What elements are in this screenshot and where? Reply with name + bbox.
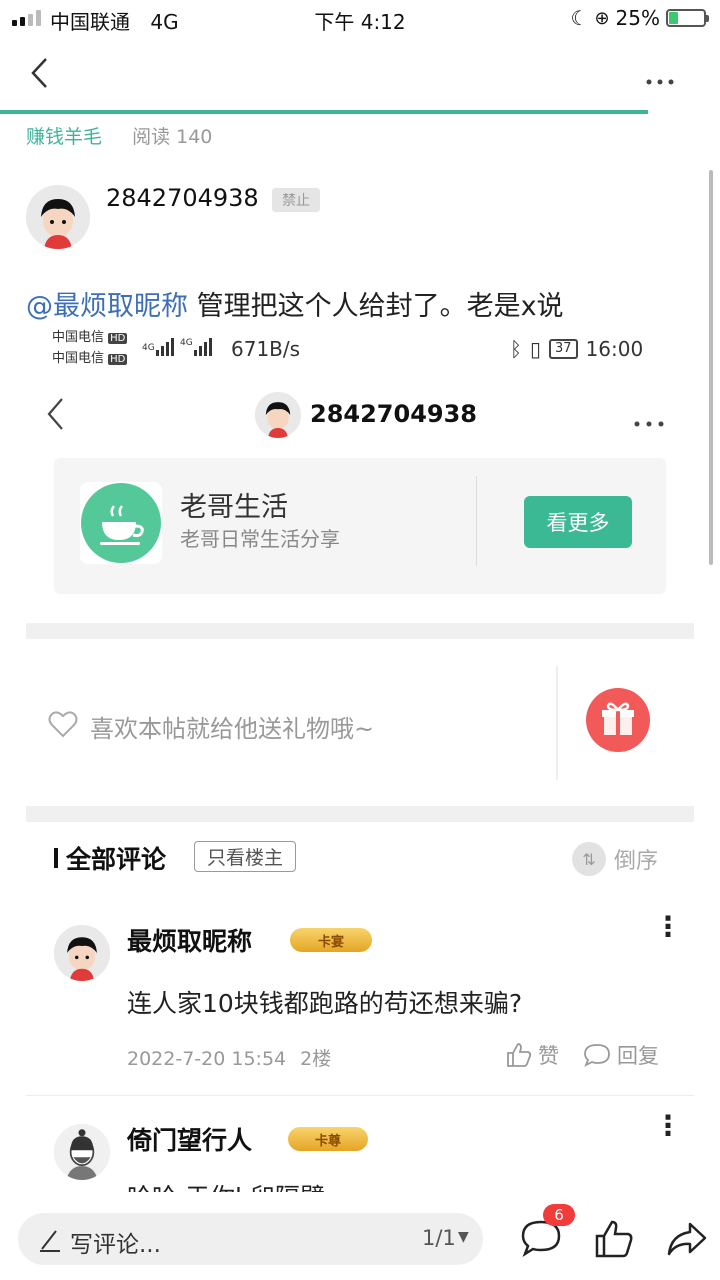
battery-percent: 25% <box>615 6 660 30</box>
thumb-up-bottom-icon[interactable] <box>594 1219 634 1263</box>
commenter-avatar[interactable] <box>54 925 110 981</box>
thumb-up-icon <box>507 1043 532 1067</box>
embedded-carrier-2: 中国电信 <box>52 351 105 366</box>
level-badge: 卡宴 <box>290 928 372 952</box>
teacup-icon <box>80 482 162 564</box>
pencil-icon <box>40 1230 60 1252</box>
gift-button <box>586 688 650 752</box>
embedded-speed: 671B/s <box>231 337 301 361</box>
comments-accent-bar <box>54 848 58 868</box>
page-indicator[interactable]: 1/1 <box>422 1226 456 1250</box>
embedded-carrier-1: 中国电信 <box>52 330 105 345</box>
moon-icon: ☾ <box>570 6 589 30</box>
banned-badge: 禁止 <box>272 188 320 212</box>
card-divider <box>476 476 477 566</box>
card-title: 老哥生活 <box>180 492 288 523</box>
scrollbar[interactable] <box>709 170 713 565</box>
embedded-avatar <box>255 392 301 438</box>
more-dots-icon[interactable] <box>646 70 676 85</box>
author-avatar[interactable] <box>26 185 90 249</box>
commenter-name[interactable]: 倚门望行人 <box>127 1121 252 1157</box>
battery-icon <box>666 9 709 27</box>
category-tag[interactable]: 赚钱羊毛 <box>26 126 102 148</box>
gift-prompt: 喜欢本帖就给他送礼物哦~ <box>90 715 375 743</box>
embedded-battery-icon: 37 <box>549 339 578 359</box>
card-subtitle: 老哥日常生活分享 <box>180 527 340 551</box>
section-divider <box>26 623 694 639</box>
like-button[interactable]: 赞 <box>506 1040 559 1070</box>
embedded-time: 16:00 <box>585 337 644 361</box>
sort-icon: ⇅ <box>572 842 606 876</box>
comment-more-icon[interactable]: ⋮ <box>654 913 682 941</box>
embedded-signal-icon: 4G 4G <box>142 336 218 362</box>
bluetooth-icon: ᛒ <box>510 337 522 361</box>
embedded-status-bar: 中国电信 HD 中国电信 HD 4G 4G 671B/s ᛒ ▯ 37 16:00 <box>26 328 676 368</box>
commenter-name[interactable]: 最烦取昵称 <box>127 922 252 958</box>
status-bar: 中国联通 4G 下午 4:12 ☾ ⊕ 25% <box>0 0 720 38</box>
comment-meta: 2022-7-20 15:54 2楼 <box>127 1044 331 1071</box>
section-divider <box>26 806 694 822</box>
vibrate-icon: ▯ <box>530 337 542 361</box>
only-op-button[interactable]: 只看楼主 <box>194 841 297 872</box>
gift-divider <box>556 666 558 780</box>
like-label: 赞 <box>538 1044 559 1068</box>
post-content: @最烦取昵称 管理把这个人给封了。老是x说 <box>26 284 564 323</box>
see-more-button: 看更多 <box>524 496 632 548</box>
embedded-more-icon <box>634 412 666 431</box>
comment-text: 连人家10块钱都跑路的苟还想来骗? <box>127 989 523 1018</box>
sort-button[interactable]: ⇅ 倒序 <box>572 842 658 876</box>
share-icon[interactable] <box>666 1221 708 1261</box>
reply-label: 回复 <box>617 1044 659 1068</box>
embedded-username: 2842704938 <box>310 400 477 428</box>
sort-label: 倒序 <box>614 849 659 874</box>
comments-title: 全部评论 <box>66 845 167 874</box>
svg-text:4G: 4G <box>180 338 193 348</box>
reply-bubble-icon <box>584 1044 610 1067</box>
mention-link[interactable]: @最烦取昵称 <box>26 291 188 322</box>
comment-more-icon[interactable]: ⋮ <box>654 1112 682 1140</box>
level-badge: 卡尊 <box>288 1127 368 1151</box>
embedded-back-icon <box>44 396 68 432</box>
commenter-avatar[interactable] <box>54 1124 110 1180</box>
read-progress-bar <box>0 110 648 114</box>
heart-icon <box>48 710 78 742</box>
comment-divider <box>26 1095 694 1096</box>
author-name[interactable]: 2842704938 <box>106 184 259 212</box>
hd-badge: HD <box>108 354 128 365</box>
comment-floor: 2楼 <box>300 1048 332 1070</box>
hd-badge: HD <box>108 333 128 344</box>
notification-badge: 6 <box>543 1204 575 1226</box>
post-meta: 赚钱羊毛 阅读 140 <box>26 122 212 149</box>
comment-placeholder: 写评论... <box>70 1232 161 1258</box>
post-text: 管理把这个人给封了。老是x说 <box>188 291 564 322</box>
view-count: 阅读 140 <box>132 126 213 148</box>
comment-text: 哈哈 于你l 卯隔壁 <box>127 1178 687 1192</box>
back-chevron-icon[interactable] <box>26 56 56 90</box>
reply-button[interactable]: 回复 <box>583 1040 659 1070</box>
comment-time: 2022-7-20 15:54 <box>127 1048 287 1070</box>
rotation-lock-icon: ⊕ <box>594 7 610 29</box>
svg-text:4G: 4G <box>142 343 155 353</box>
page-dropdown-icon[interactable]: ▼ <box>458 1229 469 1245</box>
comment-input[interactable]: 写评论... 1/1 ▼ <box>18 1213 483 1265</box>
